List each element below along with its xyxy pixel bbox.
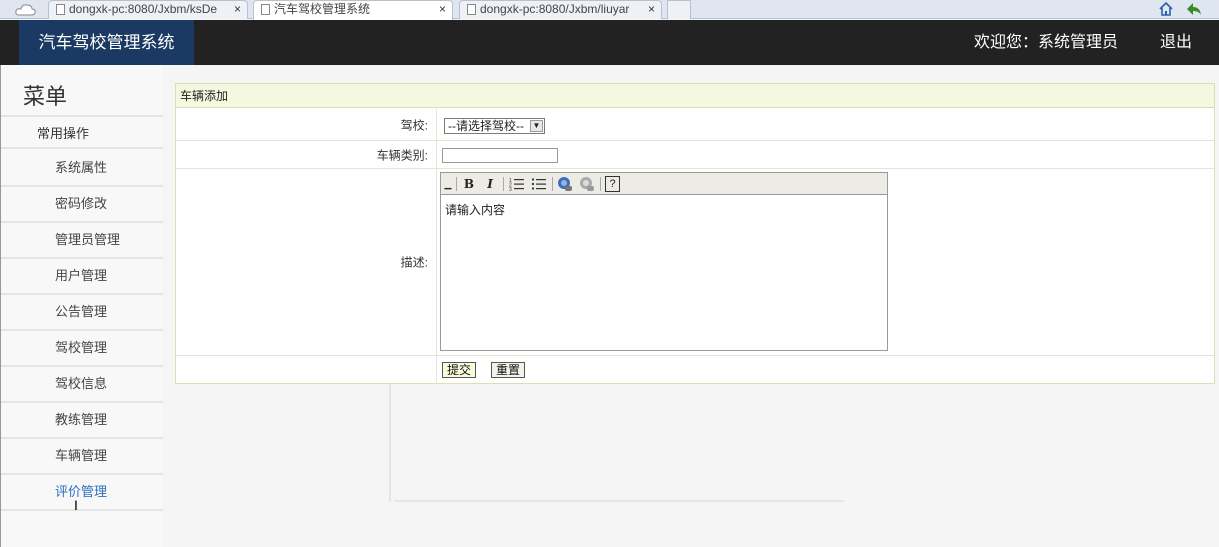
sidebar-item-school-management[interactable]: 驾校管理 bbox=[1, 331, 163, 367]
school-select[interactable]: --请选择驾校-- ▼ bbox=[444, 118, 545, 134]
divider bbox=[389, 384, 391, 502]
unordered-list-icon[interactable] bbox=[531, 176, 547, 192]
browser-tab-1[interactable]: dongxk-pc:8080/Jxbm/ksDe × bbox=[48, 0, 248, 19]
logout-link[interactable]: 退出 bbox=[1160, 20, 1192, 65]
vehicle-type-input[interactable] bbox=[442, 148, 558, 163]
browser-tab-3[interactable]: dongxk-pc:8080/Jxbm/liuyar × bbox=[459, 0, 662, 19]
menu-group-common[interactable]: 常用操作 bbox=[1, 115, 163, 149]
bold-button[interactable]: B bbox=[462, 176, 476, 192]
new-tab-button[interactable] bbox=[667, 0, 691, 19]
back-arrow-icon[interactable] bbox=[1185, 1, 1203, 17]
sidebar-item-announcement-management[interactable]: 公告管理 bbox=[1, 295, 163, 331]
school-label: 驾校: bbox=[176, 109, 437, 140]
app-title: 汽车驾校管理系统 bbox=[19, 20, 194, 65]
toolbar-separator bbox=[552, 177, 553, 191]
reset-button[interactable]: 重置 bbox=[491, 362, 526, 378]
sidebar-item-system-properties[interactable]: 系统属性 bbox=[1, 151, 163, 187]
text-cursor-icon: I bbox=[74, 497, 78, 513]
sidebar-item-coach-management[interactable]: 教练管理 bbox=[1, 403, 163, 439]
vehicle-add-form: 车辆添加 驾校: --请选择驾校-- ▼ 车辆类别: 描述: ▁ B I 1 2… bbox=[175, 83, 1215, 384]
italic-button[interactable]: I bbox=[483, 176, 497, 192]
form-title: 车辆添加 bbox=[176, 84, 1214, 108]
sidebar-item-school-info[interactable]: 驾校信息 bbox=[1, 367, 163, 403]
toolbar-separator bbox=[503, 177, 504, 191]
vehicle-type-label: 车辆类别: bbox=[176, 141, 437, 168]
description-label: 描述: bbox=[176, 169, 437, 355]
sidebar-item-review-management[interactable]: 评价管理 bbox=[1, 475, 163, 511]
browser-tab-2[interactable]: 汽车驾校管理系统 × bbox=[253, 0, 453, 20]
cloud-icon[interactable] bbox=[14, 1, 38, 17]
home-icon[interactable] bbox=[1158, 1, 1174, 17]
app-header: 汽车驾校管理系统 欢迎您：系统管理员 退出 bbox=[0, 20, 1219, 65]
submit-button[interactable]: 提交 bbox=[442, 362, 477, 378]
actions-label-cell bbox=[176, 356, 437, 384]
close-icon[interactable]: × bbox=[234, 1, 241, 18]
school-select-value: --请选择驾校-- bbox=[448, 119, 524, 133]
editor-placeholder: 请输入内容 bbox=[445, 203, 506, 217]
sidebar-item-change-password[interactable]: 密码修改 bbox=[1, 187, 163, 223]
document-icon bbox=[467, 4, 476, 15]
toolbar-separator bbox=[456, 177, 457, 191]
form-row-school: 驾校: --请选择驾校-- ▼ bbox=[176, 109, 1214, 141]
document-icon bbox=[56, 4, 65, 15]
tab-title: dongxk-pc:8080/Jxbm/liuyar bbox=[480, 2, 630, 16]
toolbar-separator bbox=[600, 177, 601, 191]
welcome-text: 欢迎您：系统管理员 bbox=[974, 34, 1119, 51]
sidebar: 菜单 常用操作 系统属性 密码修改 管理员管理 用户管理 公告管理 驾校管理 驾… bbox=[0, 65, 163, 547]
sidebar-item-vehicle-management[interactable]: 车辆管理 bbox=[1, 439, 163, 475]
ordered-list-icon[interactable]: 1 2 3 bbox=[509, 176, 525, 192]
sidebar-item-admin-management[interactable]: 管理员管理 bbox=[1, 223, 163, 259]
toolbar-collapse-icon[interactable]: ▁ bbox=[444, 176, 452, 192]
divider bbox=[394, 500, 844, 502]
menu-title: 菜单 bbox=[23, 84, 68, 109]
svg-text:3: 3 bbox=[509, 187, 512, 192]
description-editor[interactable]: ▁ B I 1 2 3 ? 请输入内容 bbox=[440, 172, 888, 351]
editor-toolbar: ▁ B I 1 2 3 ? bbox=[441, 173, 887, 195]
form-row-description: 描述: ▁ B I 1 2 3 ? 请输入内容 bbox=[176, 169, 1214, 356]
browser-tab-strip: dongxk-pc:8080/Jxbm/ksDe × 汽车驾校管理系统 × do… bbox=[0, 0, 1219, 20]
unlink-icon[interactable] bbox=[579, 176, 595, 192]
sidebar-item-user-management[interactable]: 用户管理 bbox=[1, 259, 163, 295]
close-icon[interactable]: × bbox=[648, 1, 655, 18]
close-icon[interactable]: × bbox=[439, 1, 446, 18]
chevron-down-icon[interactable]: ▼ bbox=[530, 120, 543, 132]
help-icon[interactable]: ? bbox=[605, 176, 620, 192]
tab-title: dongxk-pc:8080/Jxbm/ksDe bbox=[69, 2, 218, 16]
link-icon[interactable] bbox=[557, 176, 573, 192]
form-row-vehicle-type: 车辆类别: bbox=[176, 141, 1214, 169]
form-row-actions: 提交 重置 bbox=[176, 356, 1214, 384]
document-icon bbox=[261, 4, 270, 15]
tab-title: 汽车驾校管理系统 bbox=[274, 2, 371, 16]
